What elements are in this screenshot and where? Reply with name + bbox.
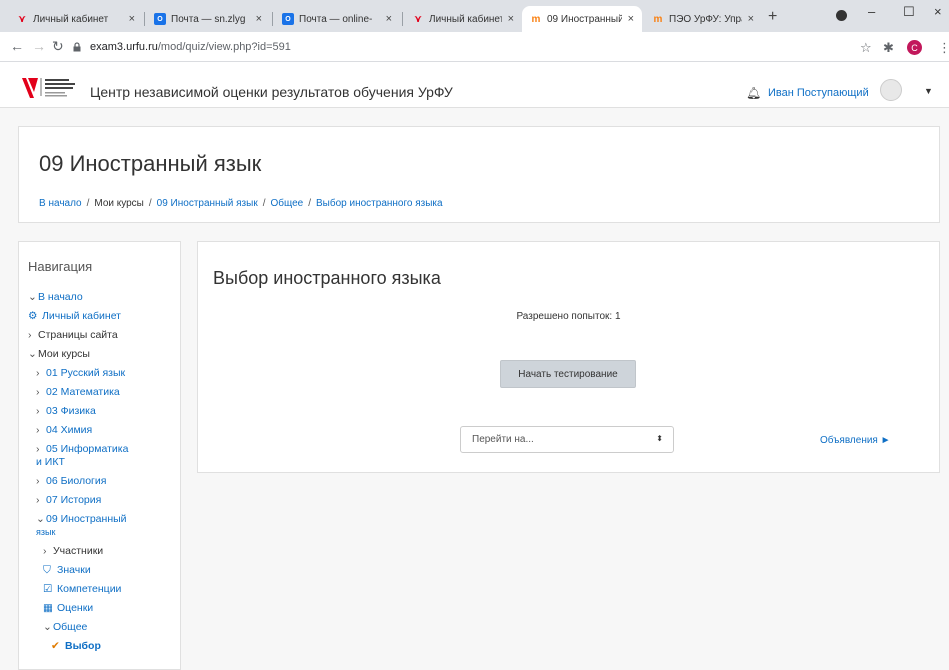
mail-favicon-icon: O	[154, 13, 166, 25]
account-indicator-icon[interactable]	[836, 10, 847, 21]
extensions-icon[interactable]: ✱	[883, 40, 894, 56]
select-arrows-icon: ⬍	[656, 434, 663, 443]
browser-tab-active[interactable]: m 09 Иностранный ×	[522, 6, 642, 32]
nav-item-home[interactable]: ⌄В начало	[28, 291, 83, 304]
jump-to-select[interactable]: Перейти на... ⬍	[460, 426, 674, 453]
browser-tab[interactable]: O Почта — sn.zlyg ×	[146, 6, 270, 32]
close-tab-icon[interactable]: ×	[508, 13, 514, 25]
page-header: 09 Иностранный язык В начало / Мои курсы /…	[18, 126, 940, 223]
navigation-block: Навигация ⌄В начало ⚙ Личный кабинет › Стр…	[18, 241, 181, 670]
nav-item-badges[interactable]: ⛉ Значки	[43, 564, 91, 577]
lock-icon	[73, 42, 81, 52]
url-field[interactable]: exam3.urfu.ru/mod/quiz/view.php?id=591	[72, 36, 842, 58]
nav-item-current-course-cont[interactable]: язык	[36, 526, 55, 539]
nav-item-participants[interactable]: › Участники	[43, 545, 103, 558]
nav-item-quiz-active[interactable]: ✔ Выбор	[51, 640, 101, 653]
browser-address-bar: ← → ↻ exam3.urfu.ru/mod/quiz/view.php?id…	[0, 32, 949, 62]
close-tab-icon[interactable]: ×	[386, 13, 392, 25]
close-tab-icon[interactable]: ×	[129, 13, 135, 25]
main-content: Выбор иностранного языка Разрешено попыт…	[197, 241, 940, 473]
user-avatar[interactable]	[880, 79, 902, 101]
urfu-favicon-icon: ⋎	[413, 13, 423, 25]
urfu-logo-icon[interactable]	[20, 74, 90, 100]
breadcrumb-current[interactable]: Выбор иностранного языка	[316, 198, 443, 209]
attempts-allowed: Разрешено попыток: 1	[516, 311, 621, 322]
browser-tab[interactable]: O Почта — online- ×	[274, 6, 400, 32]
breadcrumb-my-courses[interactable]: Мои курсы	[94, 198, 144, 209]
close-tab-icon[interactable]: ×	[748, 13, 754, 25]
nav-item-current-course[interactable]: ⌄09 Иностранный	[36, 513, 127, 526]
quiz-icon: ✔	[51, 640, 60, 652]
caret-down-icon[interactable]: ▼	[924, 86, 933, 96]
nav-item-competencies[interactable]: ☑ Компетенции	[43, 583, 121, 596]
notification-bell-icon[interactable]: 🔔︎	[746, 86, 761, 100]
jump-to-placeholder: Перейти на...	[472, 434, 534, 445]
url-path: /mod/quiz/view.php?id=591	[157, 41, 291, 53]
maximize-icon[interactable]: ☐	[903, 4, 915, 20]
site-navbar: Центр независимой оценки результатов обу…	[0, 62, 949, 108]
dashboard-icon: ⚙	[28, 310, 38, 322]
nav-item-course[interactable]: › 07 История	[36, 494, 101, 507]
star-icon[interactable]: ☆	[860, 40, 872, 56]
breadcrumb-home[interactable]: В начало	[39, 198, 82, 209]
nav-item-course[interactable]: › 02 Математика	[36, 386, 120, 399]
profile-avatar[interactable]: С	[907, 40, 922, 55]
nav-item-site-pages[interactable]: › Страницы сайта	[28, 329, 118, 342]
nav-item-course[interactable]: › 06 Биология	[36, 475, 106, 488]
nav-item-course[interactable]: › 03 Физика	[36, 405, 96, 418]
mail-favicon-icon: O	[282, 13, 294, 25]
table-icon: ▦	[43, 602, 53, 614]
quiz-title: Выбор иностранного языка	[213, 268, 441, 288]
close-window-icon[interactable]: ×	[934, 4, 942, 19]
close-tab-icon[interactable]: ×	[628, 13, 634, 25]
urfu-favicon-icon: ⋎	[17, 13, 27, 25]
nav-item-course-cont[interactable]: и ИКТ	[36, 456, 65, 469]
browser-tab[interactable]: m ПЭО УрФУ: Упра ×	[644, 6, 762, 32]
moodle-favicon-icon: m	[531, 13, 541, 25]
moodle-favicon-icon: m	[653, 13, 663, 25]
browser-tab[interactable]: ⋎ Личный кабинет ×	[404, 6, 522, 32]
next-activity-link[interactable]: Объявления ►	[820, 435, 891, 446]
forward-icon[interactable]: →	[32, 38, 46, 54]
url-host: exam3.urfu.ru	[90, 41, 158, 53]
navigation-heading: Навигация	[28, 259, 93, 274]
browser-tab-bar: ⋎ Личный кабинет × O Почта — sn.zlyg × O…	[0, 0, 949, 32]
nav-item-course[interactable]: › 04 Химия	[36, 424, 92, 437]
shield-icon: ⛉	[43, 564, 51, 576]
page-title: 09 Иностранный язык	[39, 151, 262, 176]
minimize-icon[interactable]: –	[868, 4, 875, 19]
breadcrumb-section[interactable]: Общее	[270, 198, 303, 209]
user-menu-name[interactable]: Иван Поступающий	[768, 87, 869, 99]
new-tab-button[interactable]: +	[768, 8, 777, 26]
browser-tab[interactable]: ⋎ Личный кабинет ×	[8, 6, 143, 32]
site-title[interactable]: Центр независимой оценки результатов обу…	[90, 84, 453, 100]
nav-item-dashboard[interactable]: ⚙ Личный кабинет	[28, 310, 121, 323]
menu-kebab-icon[interactable]: ⋮	[938, 40, 949, 56]
nav-item-course[interactable]: › 01 Русский язык	[36, 367, 125, 380]
reload-icon[interactable]: ↻	[52, 38, 64, 55]
breadcrumb-course[interactable]: 09 Иностранный язык	[157, 198, 258, 209]
back-icon[interactable]: ←	[10, 38, 24, 54]
nav-item-my-courses[interactable]: ⌄Мои курсы	[28, 348, 90, 361]
breadcrumb: В начало / Мои курсы/ 09 Иностранный язык…	[39, 198, 443, 209]
checkbox-icon: ☑	[43, 583, 53, 595]
nav-item-course[interactable]: › 05 Информатика	[36, 443, 128, 456]
nav-item-general[interactable]: ⌄Общее	[43, 621, 87, 634]
close-tab-icon[interactable]: ×	[256, 13, 262, 25]
start-attempt-button[interactable]: Начать тестирование	[500, 360, 636, 388]
nav-item-grades[interactable]: ▦ Оценки	[43, 602, 93, 615]
